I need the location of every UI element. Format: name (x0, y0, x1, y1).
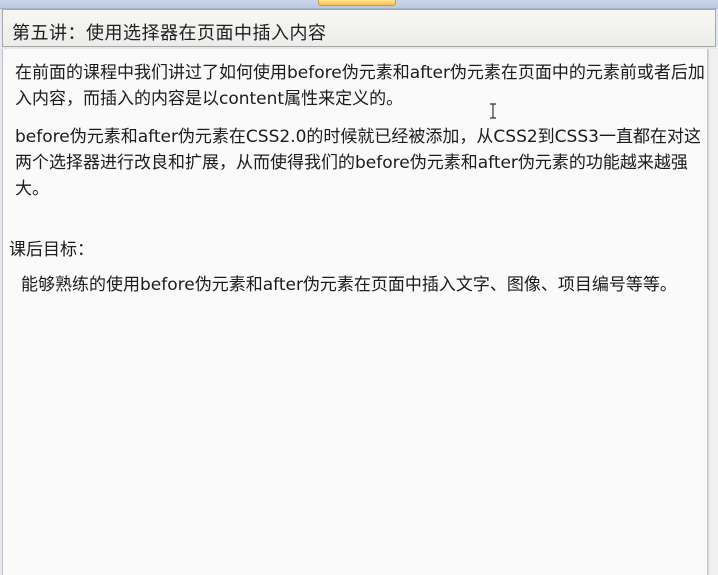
goal-paragraph: 能够熟练的使用before伪元素和after伪元素在页面中插入文字、图像、项目编… (21, 275, 677, 295)
page-title: 第五讲：使用选择器在页面中插入内容 (12, 23, 327, 44)
slide-title-bar: 第五讲：使用选择器在页面中插入内容 (2, 9, 716, 47)
vertical-scrollbar[interactable] (708, 49, 718, 575)
intro-paragraph: 在前面的课程中我们讲过了如何使用before伪元素和after伪元素在页面中的元… (15, 63, 705, 109)
active-tab-indicator[interactable] (318, 0, 396, 6)
text-cursor-icon (490, 103, 496, 119)
goal-heading: 课后目标： (9, 240, 94, 260)
history-paragraph: before伪元素和after伪元素在CSS2.0的时候就已经被添加，从CSS2… (15, 127, 701, 199)
